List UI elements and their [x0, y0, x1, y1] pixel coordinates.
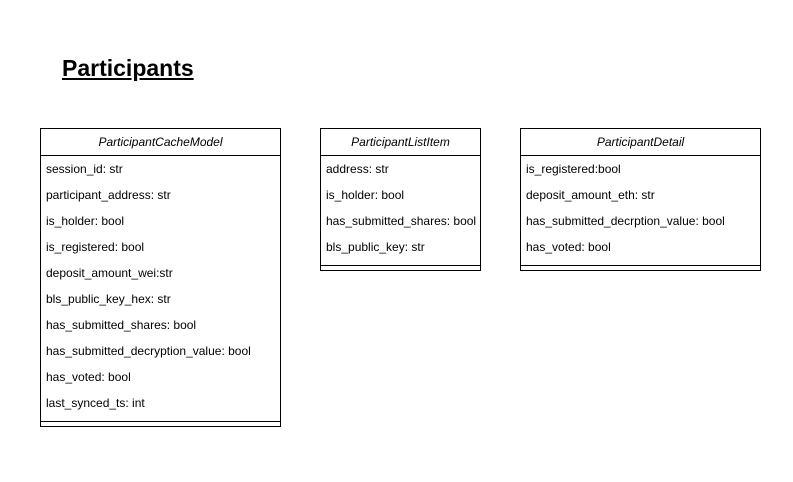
- attribute-has-submitted-decryption-value: has_submitted_decryption_value: bool: [46, 344, 251, 358]
- attribute-is-holder: is_holder: bool: [46, 214, 125, 228]
- class-name: ParticipantListItem: [321, 129, 480, 156]
- attribute-has-submitted-shares: has_submitted_shares: bool: [46, 318, 197, 332]
- attribute-bls-public-key: bls_public_key: str: [326, 240, 425, 254]
- attribute-participant-address: participant_address: str: [46, 188, 171, 202]
- class-name: ParticipantCacheModel: [41, 129, 280, 156]
- attribute-has-voted: has_voted: bool: [526, 240, 611, 254]
- attribute-deposit-amount-wei: deposit_amount_wei:str: [46, 266, 173, 280]
- attribute-address: address: str: [326, 162, 389, 176]
- attribute-is-registered: is_registered: bool: [46, 240, 145, 254]
- attribute-list: is_registered:bool deposit_amount_eth: s…: [521, 156, 760, 260]
- attribute-is-holder: is_holder: bool: [326, 188, 405, 202]
- methods-section-divider: [41, 421, 280, 426]
- diagram-title: Participants: [62, 55, 194, 81]
- attribute-session-id: session_id: str: [46, 162, 123, 176]
- class-participant-list-item[interactable]: ParticipantListItem address: str is_hold…: [320, 128, 481, 271]
- class-participant-cache-model[interactable]: ParticipantCacheModel session_id: str pa…: [40, 128, 281, 427]
- methods-section-divider: [521, 265, 760, 270]
- attribute-is-registered: is_registered:bool: [526, 162, 621, 176]
- attribute-last-synced-ts: last_synced_ts: int: [46, 396, 145, 410]
- attribute-bls-public-key-hex: bls_public_key_hex: str: [46, 292, 171, 306]
- attribute-has-submitted-decryption-value: has_submitted_decrption_value: bool: [526, 214, 725, 228]
- attribute-list: session_id: str participant_address: str…: [41, 156, 280, 416]
- attribute-deposit-amount-eth: deposit_amount_eth: str: [526, 188, 655, 202]
- class-participant-detail[interactable]: ParticipantDetail is_registered:bool dep…: [520, 128, 761, 271]
- attribute-has-voted: has_voted: bool: [46, 370, 131, 384]
- attribute-has-submitted-shares: has_submitted_shares: bool: [326, 214, 477, 228]
- methods-section-divider: [321, 265, 480, 270]
- attribute-list: address: str is_holder: bool has_submitt…: [321, 156, 480, 260]
- class-name: ParticipantDetail: [521, 129, 760, 156]
